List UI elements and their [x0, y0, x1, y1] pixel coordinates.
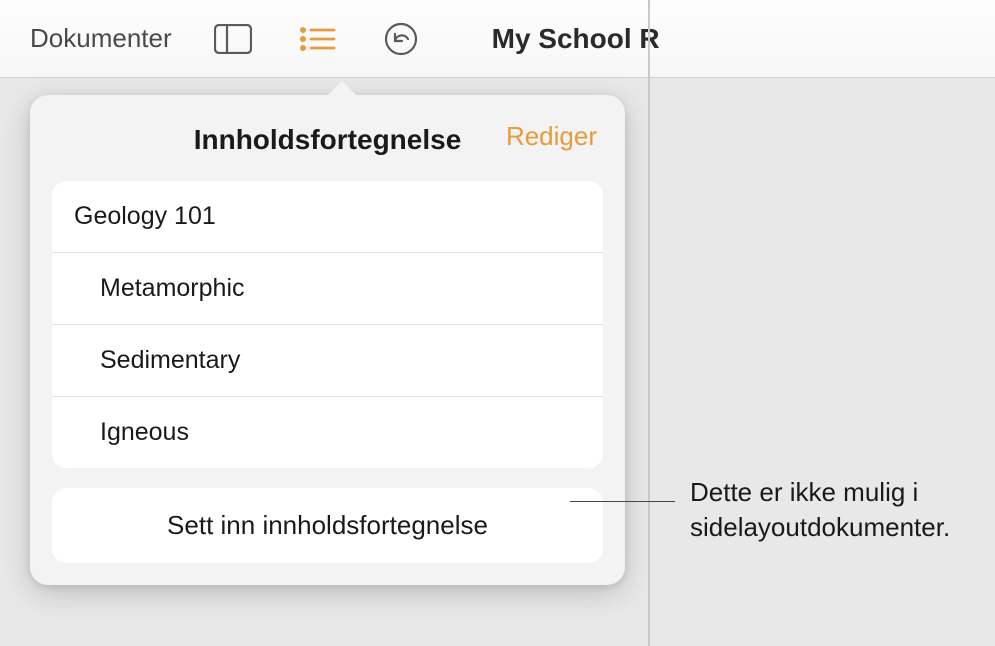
- toc-item[interactable]: Sedimentary: [52, 325, 603, 397]
- insert-toc-button[interactable]: Sett inn innholdsfortegnelse: [52, 488, 603, 563]
- callout-annotation: Dette er ikke mulig i sidelayoutdokument…: [690, 475, 990, 545]
- callout-text-line2: sidelayoutdokumenter.: [690, 512, 950, 542]
- document-title: My School R: [492, 23, 660, 55]
- back-button[interactable]: Dokumenter: [30, 23, 172, 54]
- sidebar-icon: [214, 24, 252, 54]
- toolbar: Dokumenter My School R: [0, 0, 995, 78]
- undo-button[interactable]: [368, 14, 434, 64]
- edit-button[interactable]: Rediger: [506, 121, 597, 152]
- callout-leader-line: [570, 501, 675, 502]
- toc-button[interactable]: [284, 14, 350, 64]
- toc-item[interactable]: Igneous: [52, 397, 603, 468]
- toc-popover: Innholdsfortegnelse Rediger Geology 101 …: [30, 95, 625, 585]
- popover-header: Innholdsfortegnelse Rediger: [52, 119, 603, 161]
- panel-divider: [648, 0, 650, 646]
- popover-title: Innholdsfortegnelse: [194, 124, 462, 156]
- undo-icon: [383, 21, 419, 57]
- toc-item[interactable]: Geology 101: [52, 181, 603, 253]
- list-bullets-icon: [298, 24, 336, 54]
- toc-item[interactable]: Metamorphic: [52, 253, 603, 325]
- toc-list: Geology 101 Metamorphic Sedimentary Igne…: [52, 181, 603, 468]
- sidebar-toggle-button[interactable]: [200, 14, 266, 64]
- callout-text-line1: Dette er ikke mulig i: [690, 477, 918, 507]
